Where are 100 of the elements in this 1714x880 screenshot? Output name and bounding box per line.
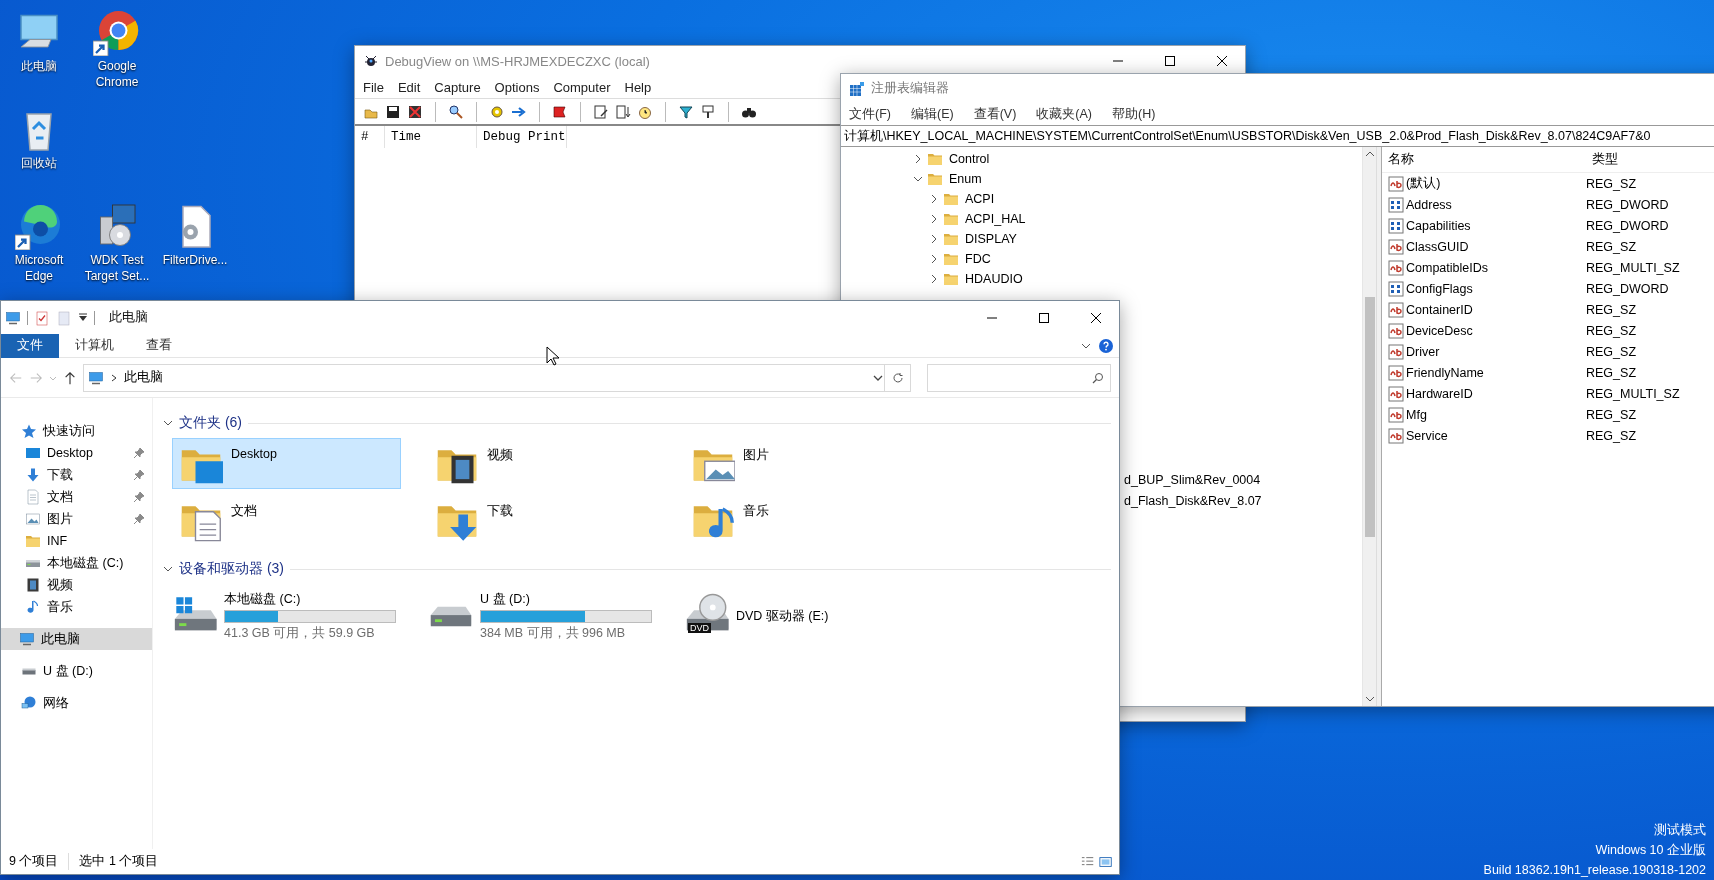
up-icon[interactable] <box>63 370 77 385</box>
minimize-icon[interactable] <box>987 316 997 319</box>
clear-icon[interactable] <box>407 103 423 120</box>
tiles-view-icon[interactable] <box>1099 854 1113 869</box>
maximize-icon[interactable] <box>1039 312 1049 323</box>
value-name[interactable]: Driver <box>1406 344 1440 359</box>
flag-icon[interactable] <box>552 103 568 120</box>
folder-tile[interactable]: 视频 <box>428 438 657 489</box>
drive-name[interactable]: DVD 驱动器 (E:) <box>736 607 829 625</box>
tree-item[interactable]: Enum <box>947 171 984 187</box>
tree-item[interactable]: DISPLAY <box>963 231 1019 247</box>
group-header[interactable]: 文件夹 (6) <box>179 414 242 432</box>
desktop-icon-label[interactable]: 回收站 <box>1 155 77 171</box>
check-document-icon[interactable] <box>34 309 50 326</box>
ribbon-tab[interactable]: 查看 <box>130 333 188 358</box>
tree-item[interactable]: FDC <box>963 251 993 267</box>
desktop-icon-label[interactable]: 此电脑 <box>1 58 77 74</box>
tree-item[interactable]: HDAUDIO <box>963 271 1025 287</box>
value-name[interactable]: FriendlyName <box>1406 365 1484 380</box>
menu-item[interactable]: 查看(V) <box>967 103 1031 125</box>
value-name[interactable]: ContainerID <box>1406 302 1473 317</box>
menu-item[interactable]: Edit <box>391 77 429 97</box>
value-name[interactable]: ConfigFlags <box>1406 281 1473 296</box>
folder-tile[interactable]: 下载 <box>428 494 657 545</box>
column-header[interactable]: Time <box>385 126 477 148</box>
column-header[interactable]: # <box>355 126 385 148</box>
value-name[interactable]: ClassGUID <box>1406 239 1469 254</box>
gear-icon[interactable] <box>489 103 505 120</box>
tree-item[interactable]: d_BUP_Slim&Rev_0004 <box>1122 471 1263 488</box>
column-header[interactable]: 类型 <box>1586 151 1706 168</box>
desktop-icon-label[interactable]: WDK Test Target Set... <box>79 252 155 284</box>
desktop-icon-label[interactable]: Microsoft Edge <box>1 252 77 284</box>
address-field[interactable]: 此电脑 <box>83 363 885 392</box>
menu-item[interactable]: Capture <box>428 77 489 97</box>
menu-item[interactable]: File <box>357 77 392 97</box>
help-icon[interactable] <box>1099 338 1113 353</box>
value-name[interactable]: Service <box>1406 428 1448 443</box>
group-chevron-icon[interactable] <box>163 564 173 574</box>
nav-item[interactable]: 图片 <box>1 508 152 530</box>
nav-item[interactable]: 网络 <box>1 692 152 714</box>
desktop-icon-label[interactable]: Google Chrome <box>79 58 155 90</box>
save-icon[interactable] <box>385 103 401 120</box>
scroll-up-icon[interactable] <box>1365 151 1374 157</box>
group-header[interactable]: 设备和驱动器 (3) <box>179 560 284 578</box>
nav-item[interactable]: 此电脑 <box>1 628 152 650</box>
nav-item[interactable]: 下载 <box>1 464 152 486</box>
menu-item[interactable]: Computer <box>547 77 619 97</box>
value-name[interactable]: CompatibleIDs <box>1406 260 1488 275</box>
value-name[interactable]: Capabilities <box>1406 218 1471 233</box>
menu-item[interactable]: 编辑(E) <box>904 103 968 125</box>
scrollbar[interactable] <box>1362 147 1376 706</box>
collapsed-chevron-icon[interactable] <box>913 154 923 164</box>
close-icon[interactable] <box>1217 56 1227 66</box>
scroll-thumb[interactable] <box>1365 297 1375 537</box>
tree-item[interactable]: ACPI <box>963 191 997 207</box>
nav-item[interactable]: Desktop <box>1 442 152 464</box>
value-name[interactable]: (默认) <box>1406 175 1441 192</box>
group-chevron-icon[interactable] <box>163 418 173 428</box>
filter-icon[interactable] <box>678 103 694 120</box>
scroll-down-icon[interactable] <box>1365 696 1374 702</box>
tree-item[interactable]: ACPI_HAL <box>963 211 1028 227</box>
tree-item[interactable]: Control <box>947 151 992 167</box>
column-header[interactable]: Debug Print <box>477 126 567 148</box>
search-field[interactable] <box>927 363 1111 392</box>
page-down-icon[interactable] <box>615 103 631 120</box>
menu-item[interactable]: Options <box>488 77 548 97</box>
value-name[interactable]: HardwareID <box>1406 386 1473 401</box>
close-icon[interactable] <box>1091 312 1101 323</box>
refresh-icon[interactable] <box>891 371 904 384</box>
column-header[interactable]: 名称 <box>1382 151 1586 168</box>
value-name[interactable]: Address <box>1406 197 1452 212</box>
edit-page-icon[interactable] <box>593 103 609 120</box>
value-name[interactable]: DeviceDesc <box>1406 323 1473 338</box>
ribbon-tab[interactable]: 计算机 <box>59 333 130 358</box>
expanded-chevron-icon[interactable] <box>913 174 923 184</box>
maximize-icon[interactable] <box>1165 56 1175 66</box>
menu-item[interactable]: 文件(F) <box>843 103 905 125</box>
nav-item[interactable]: 文档 <box>1 486 152 508</box>
menu-item[interactable]: 收藏夹(A) <box>1030 103 1106 125</box>
highlight-icon[interactable] <box>700 103 716 120</box>
menu-item[interactable]: 帮助(H) <box>1106 103 1170 125</box>
folder-tile[interactable]: 音乐 <box>684 494 913 545</box>
nav-item[interactable]: U 盘 (D:) <box>1 660 152 682</box>
folder-tile[interactable]: 文档 <box>172 494 401 545</box>
drive-name[interactable]: U 盘 (D:) <box>480 590 652 608</box>
nav-item[interactable]: 视频 <box>1 574 152 596</box>
ribbon-tab[interactable]: 文件 <box>1 333 59 358</box>
nav-item[interactable]: INF <box>1 530 152 552</box>
desktop-icon-label[interactable]: FilterDrive... <box>157 252 233 268</box>
caret-icon[interactable] <box>78 312 88 323</box>
magnifier-icon[interactable] <box>448 103 464 120</box>
address-bar[interactable]: 计算机\HKEY_LOCAL_MACHINE\SYSTEM\CurrentControlSet\Enum\USBSTOR\Disk&Ven_USB_2.0&Prod_Flash_Disk&Rev_8.07\824C9AF7&0 <box>841 125 1714 147</box>
nav-item[interactable]: 本地磁盘 (C:) <box>1 552 152 574</box>
tree-item[interactable]: d_Flash_Disk&Rev_8.07 <box>1122 492 1264 509</box>
nav-item[interactable]: 快速访问 <box>1 420 152 442</box>
menu-item[interactable]: Help <box>618 77 660 97</box>
nav-item[interactable]: 音乐 <box>1 596 152 618</box>
folder-tile[interactable]: Desktop <box>172 438 401 489</box>
folder-tile[interactable]: 图片 <box>684 438 913 489</box>
value-name[interactable]: Mfg <box>1406 407 1427 422</box>
